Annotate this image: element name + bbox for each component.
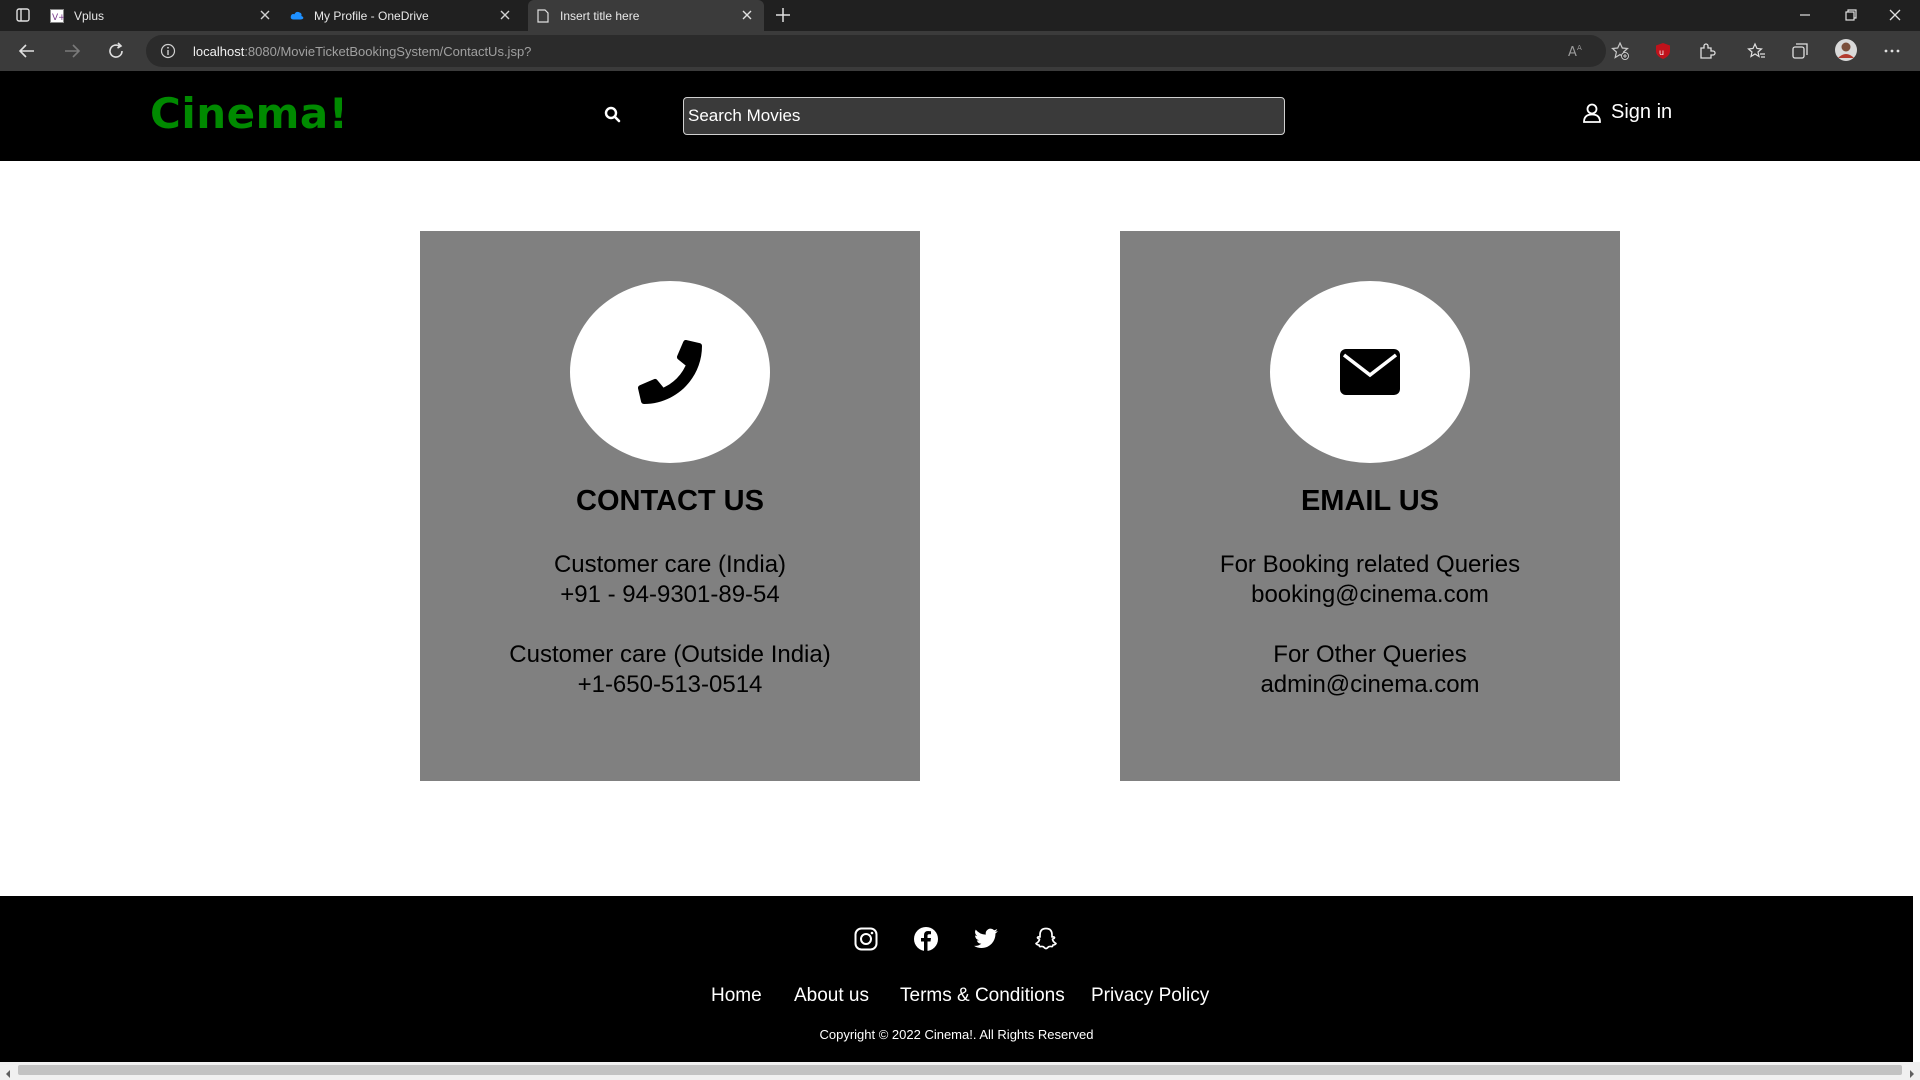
url-text[interactable]: localhost:8080/MovieTicketBookingSystem/… xyxy=(193,44,531,59)
address-bar[interactable]: localhost:8080/MovieTicketBookingSystem/… xyxy=(146,35,1629,67)
contact-phone-india[interactable]: +91 - 94-9301-89-54 xyxy=(420,581,920,609)
favorites-icon[interactable] xyxy=(1746,41,1766,61)
site-logo[interactable]: Cinema! xyxy=(150,89,348,138)
contact-us-card: CONTACT US Customer care (India) +91 - 9… xyxy=(420,231,920,781)
url-path: :8080/MovieTicketBookingSystem/ContactUs… xyxy=(244,44,532,59)
vplus-favicon: V+ xyxy=(50,8,64,23)
contact-line: Customer care (India) xyxy=(553,551,787,578)
contact-us-title: CONTACT US xyxy=(576,485,764,517)
scrollbar-thumb[interactable] xyxy=(18,1065,1902,1075)
email-line: For Other Queries xyxy=(1273,641,1467,668)
back-arrow-icon[interactable] xyxy=(17,41,37,61)
close-tab-icon[interactable] xyxy=(258,8,272,22)
browser-tab-bar: V+ Vplus My Profile - OneDrive Insert ti… xyxy=(0,0,1920,31)
extensions-puzzle-icon[interactable] xyxy=(1697,41,1717,61)
snapchat-icon[interactable] xyxy=(1033,926,1059,952)
user-icon xyxy=(1583,103,1601,123)
close-tab-icon[interactable] xyxy=(740,8,754,22)
search-input[interactable] xyxy=(683,97,1285,135)
contact-phone-international[interactable]: +1-650-513-0514 xyxy=(420,671,920,699)
email-line: For Booking related Queries xyxy=(1219,551,1521,578)
svg-text:A: A xyxy=(1577,44,1582,52)
twitter-icon[interactable] xyxy=(973,926,999,952)
svg-text:V+: V+ xyxy=(52,13,64,23)
browser-tab-vplus[interactable]: V+ Vplus xyxy=(50,0,282,31)
scroll-left-arrow-icon[interactable] xyxy=(4,1066,12,1078)
sign-in-label: Sign in xyxy=(1611,101,1673,123)
profile-avatar[interactable] xyxy=(1834,38,1858,62)
scroll-right-arrow-icon[interactable] xyxy=(1908,1066,1916,1078)
envelope-icon xyxy=(1340,349,1400,395)
browser-tab-active[interactable]: Insert title here xyxy=(528,0,764,31)
admin-email-link[interactable]: admin@cinema.com xyxy=(1120,671,1620,699)
tab-label: My Profile - OneDrive xyxy=(314,8,429,23)
envelope-icon-circle xyxy=(1270,281,1470,463)
booking-email-link[interactable]: booking@cinema.com xyxy=(1120,581,1620,609)
forward-arrow-icon[interactable] xyxy=(62,41,82,61)
sign-in-button[interactable]: Sign in xyxy=(1581,101,1672,124)
refresh-icon[interactable] xyxy=(106,41,126,61)
svg-text:u: u xyxy=(1659,48,1664,57)
add-favorite-icon[interactable] xyxy=(1610,41,1630,61)
restore-icon[interactable] xyxy=(1842,6,1860,24)
site-info-icon[interactable] xyxy=(160,43,176,59)
tab-actions-icon[interactable] xyxy=(14,6,32,24)
copyright-text: Copyright © 2022 Cinema!. All Rights Res… xyxy=(819,1027,1094,1042)
site-header: Cinema! Sign in xyxy=(0,71,1920,161)
search-icon[interactable] xyxy=(603,105,623,125)
onedrive-cloud-icon xyxy=(290,9,304,23)
footer-link-about[interactable]: About us xyxy=(794,985,869,1007)
tab-label: Insert title here xyxy=(560,8,640,23)
facebook-icon[interactable] xyxy=(913,926,939,952)
close-window-icon[interactable] xyxy=(1886,6,1904,24)
close-tab-icon[interactable] xyxy=(498,8,512,22)
new-tab-icon[interactable] xyxy=(774,6,792,24)
page-icon xyxy=(536,8,550,23)
browser-toolbar: localhost:8080/MovieTicketBookingSystem/… xyxy=(0,31,1920,71)
more-options-icon[interactable] xyxy=(1882,41,1902,61)
browser-tab-onedrive[interactable]: My Profile - OneDrive xyxy=(290,0,522,31)
phone-icon xyxy=(638,340,702,404)
footer-link-home[interactable]: Home xyxy=(711,985,762,1007)
svg-text:A: A xyxy=(1568,45,1577,60)
tab-label: Vplus xyxy=(74,8,105,23)
read-aloud-icon[interactable]: AA xyxy=(1566,41,1586,61)
collections-icon[interactable] xyxy=(1790,41,1810,61)
horizontal-scrollbar[interactable] xyxy=(0,1062,1920,1080)
contact-line: Customer care (Outside India) xyxy=(509,641,831,668)
url-host: localhost xyxy=(193,44,245,59)
ublock-shield-icon[interactable]: u xyxy=(1653,41,1673,61)
footer-link-terms[interactable]: Terms & Conditions xyxy=(900,985,1065,1007)
email-us-title: EMAIL US xyxy=(1300,485,1440,517)
minimize-icon[interactable] xyxy=(1796,6,1814,24)
phone-icon-circle xyxy=(570,281,770,463)
email-us-card: EMAIL US For Booking related Queries boo… xyxy=(1120,231,1620,781)
footer-link-privacy[interactable]: Privacy Policy xyxy=(1091,985,1209,1007)
instagram-icon[interactable] xyxy=(853,926,879,952)
site-footer: Home About us Terms & Conditions Privacy… xyxy=(0,896,1913,1062)
